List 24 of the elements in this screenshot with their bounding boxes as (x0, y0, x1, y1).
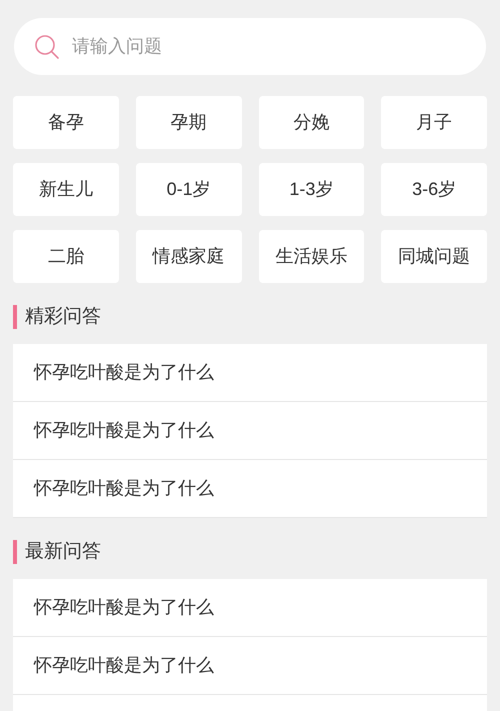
category-button[interactable]: 新生儿 (13, 163, 119, 216)
question-item[interactable]: 怀孕吃叶酸是为了什么 (13, 344, 487, 402)
section-title: 最新问答 (25, 540, 101, 564)
category-button[interactable]: 备孕 (13, 96, 119, 149)
question-item[interactable]: 怀孕吃叶酸是为了什么 (13, 460, 487, 518)
search-bar[interactable]: 请输入问题 (14, 18, 486, 75)
category-button[interactable]: 同城问题 (381, 230, 487, 283)
category-button[interactable]: 0-1岁 (136, 163, 242, 216)
category-button[interactable]: 1-3岁 (258, 163, 364, 216)
category-button[interactable]: 情感家庭 (136, 230, 242, 283)
category-button[interactable]: 3-6岁 (381, 163, 487, 216)
category-button[interactable]: 二胎 (13, 230, 119, 283)
section-title: 精彩问答 (25, 304, 101, 329)
search-field[interactable]: 请输入问题 (72, 33, 466, 60)
search-icon (34, 34, 60, 60)
question-item[interactable]: 怀孕吃叶酸是为了什么 (13, 402, 487, 460)
category-button[interactable]: 孕期 (136, 96, 242, 149)
category-button[interactable]: 分娩 (258, 96, 364, 149)
question-item[interactable]: 怀孕吃叶酸是为了什么 (13, 579, 487, 637)
category-button[interactable]: 生活娱乐 (258, 230, 364, 283)
question-item[interactable]: 怀孕吃叶酸是为了什么 (13, 637, 487, 695)
accent-bar (13, 540, 17, 564)
category-button[interactable]: 月子 (381, 96, 487, 149)
accent-bar (13, 305, 17, 329)
